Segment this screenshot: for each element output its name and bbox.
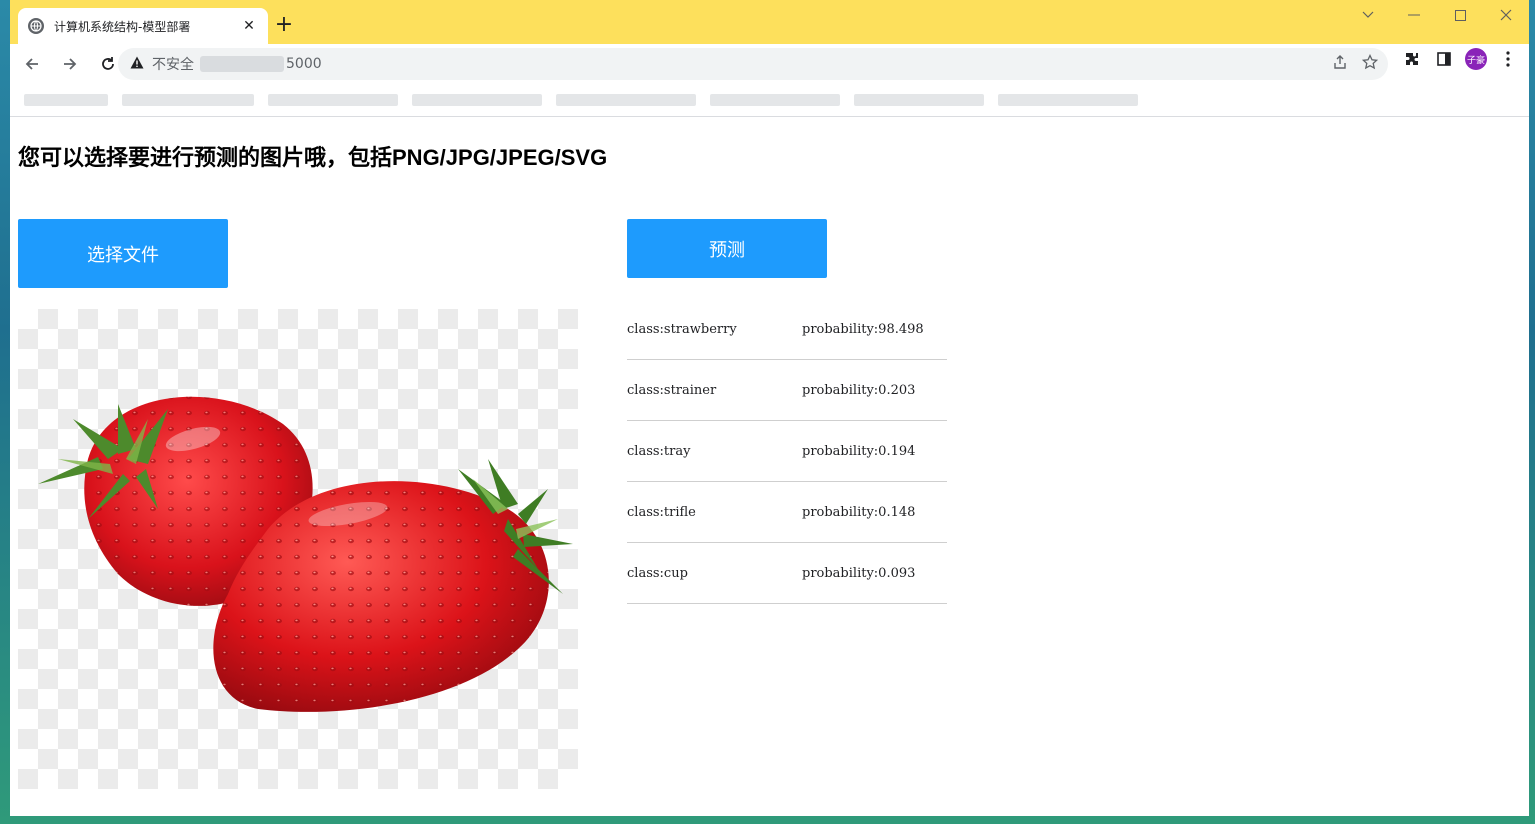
close-window-icon[interactable] xyxy=(1483,0,1529,30)
new-tab-button[interactable]: + xyxy=(272,14,296,38)
back-icon[interactable] xyxy=(16,48,48,80)
result-probability: probability:98.498 xyxy=(802,321,924,337)
bookmark-item[interactable] xyxy=(268,94,398,106)
browser-window: 计算机系统结构-模型部署 ✕ + 不安全 5000 子豪 您可以选择要进行预测的… xyxy=(10,0,1529,816)
page-content: 您可以选择要进行预测的图片哦，包括PNG/JPG/JPEG/SVG 选择文件 预… xyxy=(10,118,1529,816)
profile-avatar[interactable]: 子豪 xyxy=(1465,48,1487,70)
result-probability: probability:0.194 xyxy=(802,443,916,459)
result-class: class:cup xyxy=(627,565,688,581)
omnibox-actions xyxy=(1332,53,1379,74)
bookmark-star-icon[interactable] xyxy=(1361,53,1379,74)
tab-active[interactable]: 计算机系统结构-模型部署 ✕ xyxy=(18,8,268,44)
prediction-results: class:strawberry probability:98.498 clas… xyxy=(627,299,947,604)
browser-toolbar: 不安全 5000 子豪 xyxy=(10,44,1529,84)
bookmark-item[interactable] xyxy=(854,94,984,106)
minimize-icon[interactable] xyxy=(1391,0,1437,30)
result-row: class:strawberry probability:98.498 xyxy=(627,299,947,360)
security-label[interactable]: 不安全 xyxy=(152,54,194,74)
bookmark-item[interactable] xyxy=(710,94,840,106)
result-probability: probability:0.093 xyxy=(802,565,916,581)
forward-icon[interactable] xyxy=(54,48,86,80)
bookmark-item[interactable] xyxy=(412,94,542,106)
bookmark-item[interactable] xyxy=(24,94,108,106)
globe-icon xyxy=(28,18,44,34)
result-probability: probability:0.203 xyxy=(802,382,916,398)
url-host-redacted xyxy=(200,56,284,72)
maximize-icon[interactable] xyxy=(1437,0,1483,30)
bookmarks-bar xyxy=(10,84,1529,117)
result-row: class:cup probability:0.093 xyxy=(627,543,947,604)
tab-search-icon[interactable] xyxy=(1345,0,1391,30)
share-icon[interactable] xyxy=(1332,54,1348,74)
preview-image xyxy=(18,309,578,789)
result-class: class:trifle xyxy=(627,504,696,520)
result-row: class:tray probability:0.194 xyxy=(627,421,947,482)
result-row: class:strainer probability:0.203 xyxy=(627,360,947,421)
close-tab-icon[interactable]: ✕ xyxy=(240,18,258,34)
page-heading: 您可以选择要进行预测的图片哦，包括PNG/JPG/JPEG/SVG xyxy=(18,145,608,170)
bookmark-item[interactable] xyxy=(998,94,1138,106)
side-panel-icon[interactable] xyxy=(1433,48,1455,70)
predict-button[interactable]: 预测 xyxy=(627,219,827,278)
bookmark-item[interactable] xyxy=(556,94,696,106)
window-controls xyxy=(1345,0,1529,32)
bookmark-item[interactable] xyxy=(122,94,254,106)
result-class: class:strawberry xyxy=(627,321,737,337)
toolbar-actions: 子豪 xyxy=(1401,48,1519,70)
choose-file-button[interactable]: 选择文件 xyxy=(18,219,228,288)
url-text[interactable]: 5000 xyxy=(286,56,322,72)
extensions-icon[interactable] xyxy=(1401,48,1423,70)
tab-title: 计算机系统结构-模型部署 xyxy=(54,19,191,34)
warning-icon[interactable] xyxy=(130,56,144,73)
tab-strip: 计算机系统结构-模型部署 ✕ + xyxy=(10,0,1529,44)
menu-kebab-icon[interactable] xyxy=(1497,48,1519,70)
result-probability: probability:0.148 xyxy=(802,504,916,520)
result-row: class:trifle probability:0.148 xyxy=(627,482,947,543)
result-class: class:strainer xyxy=(627,382,717,398)
strawberry-image xyxy=(38,396,573,712)
address-bar[interactable]: 不安全 5000 xyxy=(118,48,1388,80)
result-class: class:tray xyxy=(627,443,691,459)
